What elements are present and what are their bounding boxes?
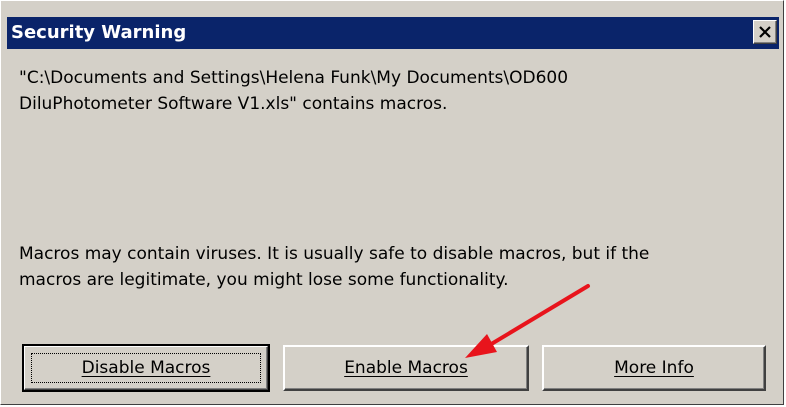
enable-macros-button[interactable]: Enable Macros: [283, 345, 529, 391]
close-button[interactable]: [753, 20, 777, 44]
message-line-2: DiluPhotometer Software V1.xls" contains…: [19, 94, 448, 114]
message-line-1: "C:\Documents and Settings\Helena Funk\M…: [19, 68, 569, 88]
warning-line-2: macros are legitimate, you might lose so…: [19, 270, 509, 290]
focus-ring: [31, 353, 261, 383]
close-icon: [759, 26, 771, 38]
macro-file-message: "C:\Documents and Settings\Helena Funk\M…: [19, 65, 759, 117]
more-info-label: More Info: [614, 358, 694, 378]
warning-line-1: Macros may contain viruses. It is usuall…: [19, 244, 650, 264]
dialog-title: Security Warning: [11, 22, 187, 43]
macro-warning-text: Macros may contain viruses. It is usuall…: [19, 241, 771, 293]
security-warning-dialog: Security Warning "C:\Documents and Setti…: [0, 0, 784, 405]
title-bar[interactable]: Security Warning: [7, 17, 779, 49]
enable-macros-label: Enable Macros: [344, 358, 468, 378]
more-info-button[interactable]: More Info: [542, 345, 766, 391]
disable-macros-button[interactable]: Disable Macros: [22, 344, 270, 392]
